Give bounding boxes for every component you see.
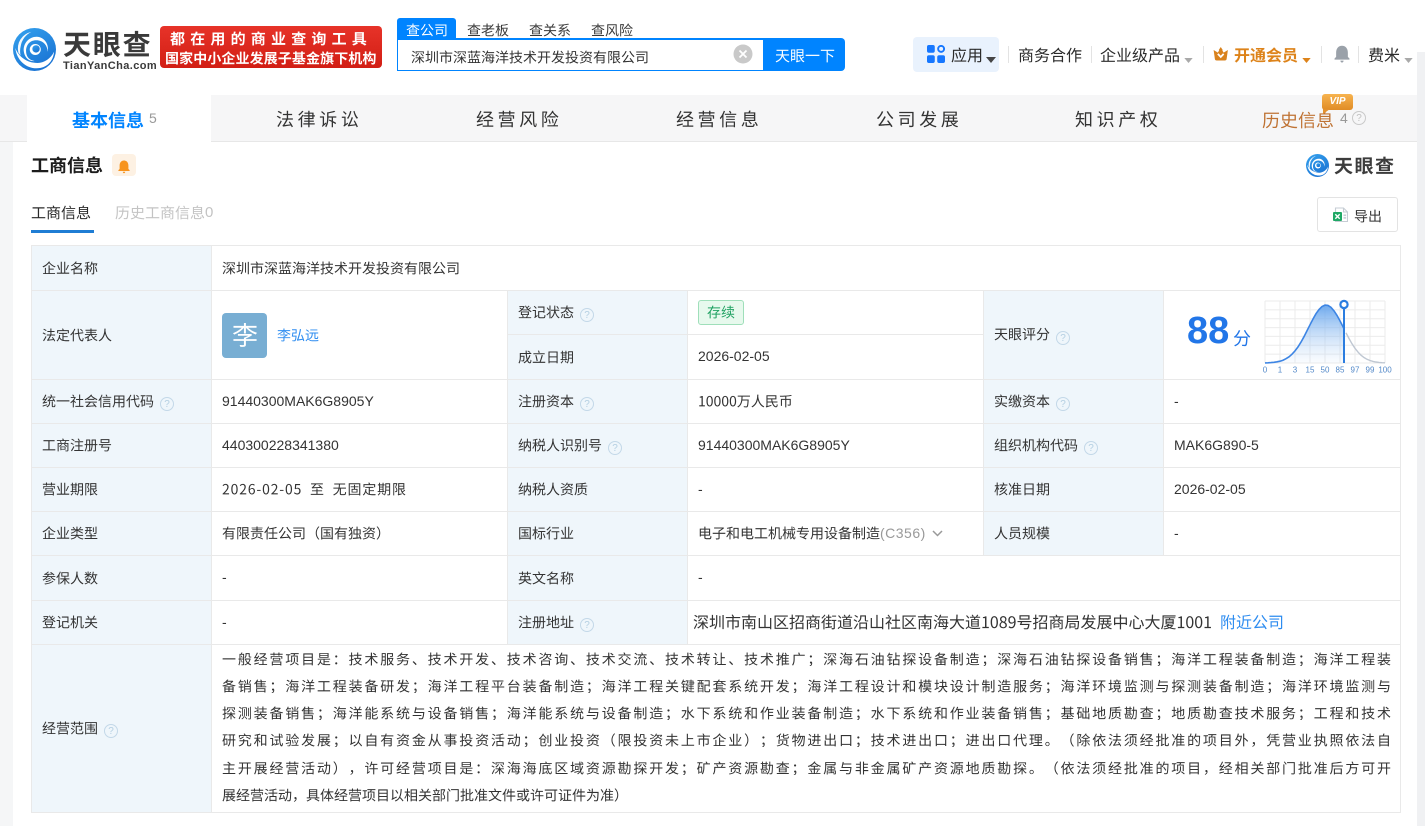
svg-text:50: 50 xyxy=(1321,366,1330,375)
svg-text:85: 85 xyxy=(1336,366,1345,375)
svg-text:3: 3 xyxy=(1293,366,1298,375)
svg-text:100: 100 xyxy=(1378,366,1392,375)
svg-text:15: 15 xyxy=(1306,366,1315,375)
svg-text:0: 0 xyxy=(1263,366,1268,375)
svg-text:97: 97 xyxy=(1351,366,1360,375)
svg-text:99: 99 xyxy=(1366,366,1375,375)
svg-text:1: 1 xyxy=(1278,366,1283,375)
